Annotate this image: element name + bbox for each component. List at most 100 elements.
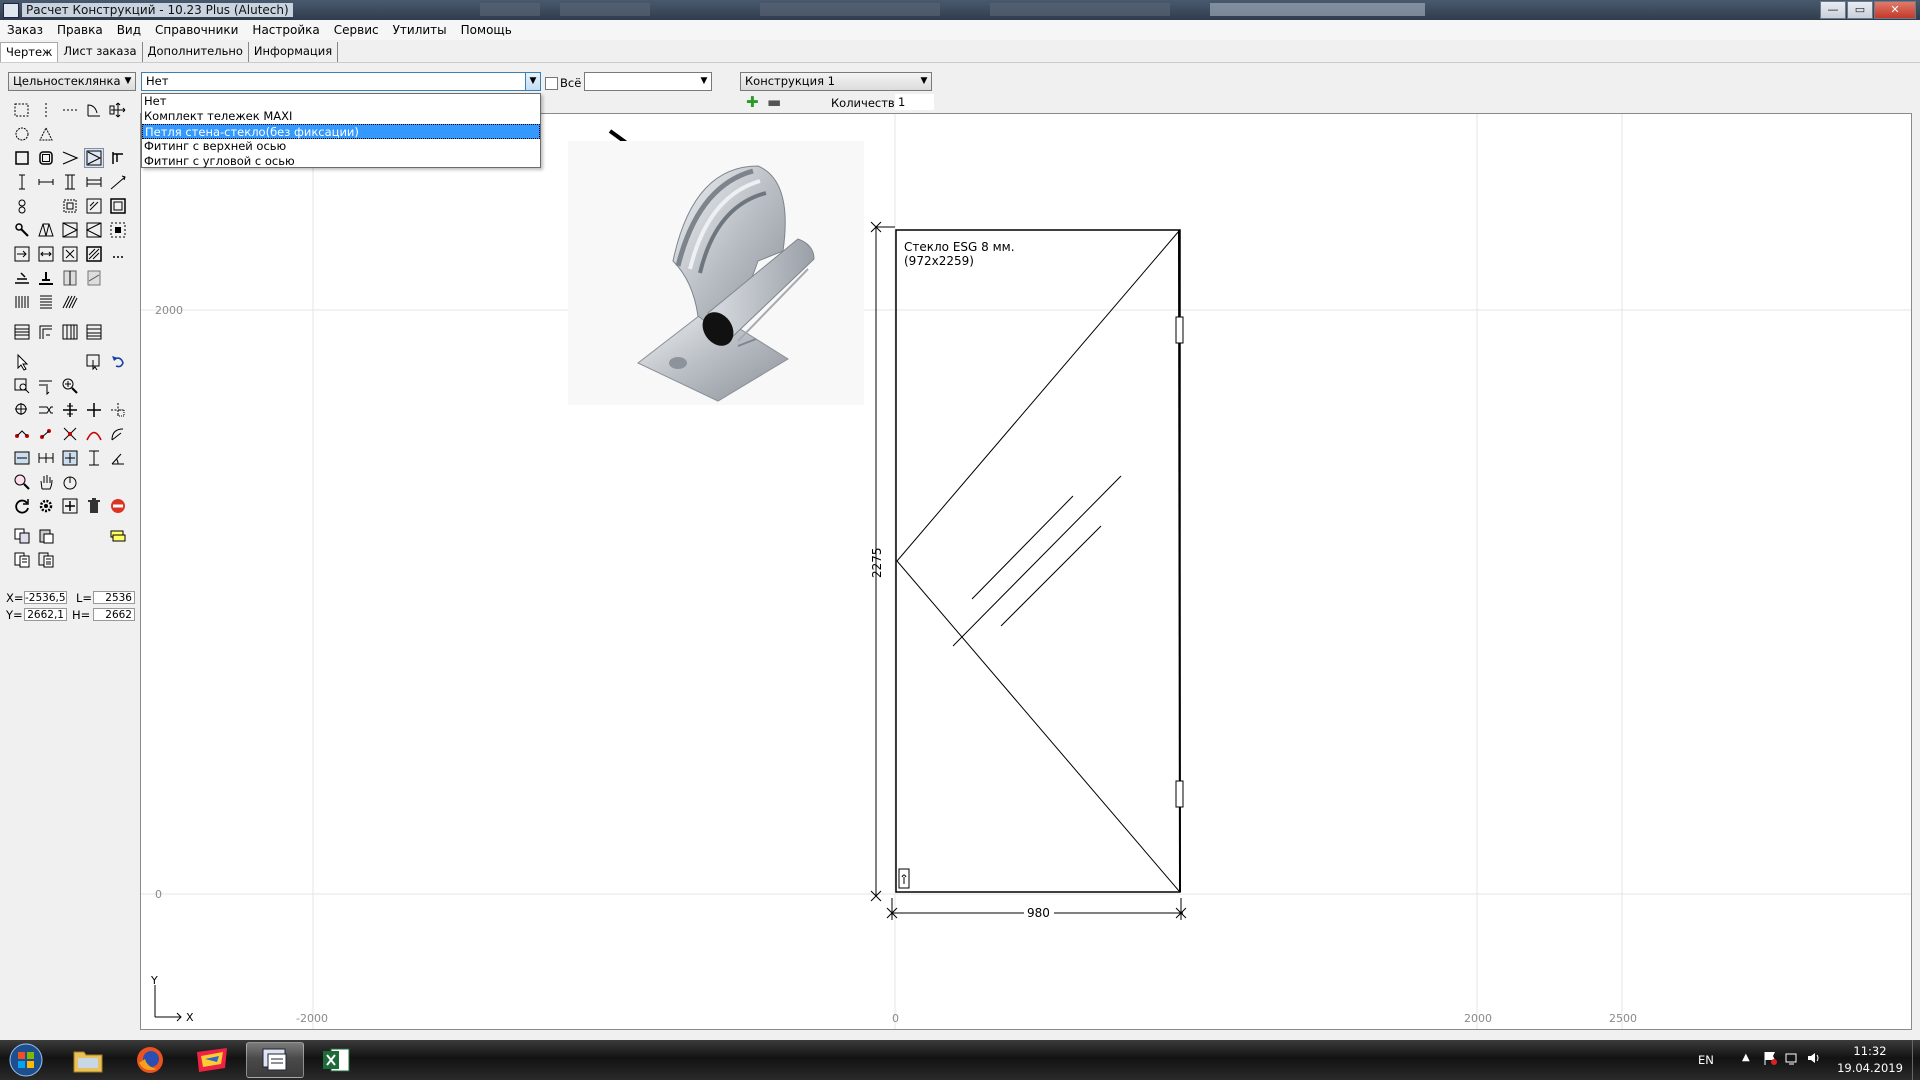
paste-icon[interactable] — [36, 526, 56, 546]
threshold-icon[interactable] — [12, 268, 32, 288]
secondary-combo[interactable]: ▼ — [584, 72, 712, 91]
arc-icon[interactable] — [84, 424, 104, 444]
vertical-hatch-icon[interactable] — [12, 292, 32, 312]
show-desktop-button[interactable] — [1912, 1040, 1920, 1080]
dimension-angle-icon[interactable] — [108, 448, 128, 468]
square-icon[interactable] — [12, 148, 32, 168]
coordinate-icon[interactable] — [12, 400, 32, 420]
clock-date[interactable]: 19.04.2019 — [1835, 1061, 1905, 1075]
frame-expand-icon[interactable] — [60, 196, 80, 216]
offset-icon[interactable] — [36, 400, 56, 420]
vertical-dashed-line-icon[interactable] — [36, 100, 56, 120]
dotted-frame-icon[interactable] — [108, 220, 128, 240]
tab-info[interactable]: Информация — [248, 42, 339, 62]
horizontal-mullion-icon[interactable] — [36, 172, 56, 192]
hinge-top[interactable] — [1175, 316, 1184, 344]
tab-order-sheet[interactable]: Лист заказа — [58, 42, 143, 62]
refresh-icon[interactable] — [12, 496, 32, 516]
pointer-icon[interactable] — [12, 352, 32, 372]
clock-time[interactable]: 11:32 — [1840, 1044, 1900, 1058]
corner-profile-icon[interactable] — [36, 322, 56, 342]
quantity-field[interactable]: 1 — [895, 94, 934, 110]
trapezoid-icon[interactable] — [36, 220, 56, 240]
double-horizontal-icon[interactable] — [84, 172, 104, 192]
points-icon[interactable] — [12, 424, 32, 444]
sash-tilt-icon[interactable] — [60, 220, 80, 240]
hatched-frame-icon[interactable] — [84, 196, 104, 216]
hinge-icon[interactable] — [12, 196, 32, 216]
language-indicator[interactable]: EN — [1698, 1053, 1714, 1067]
copy-icon[interactable] — [12, 526, 32, 546]
construction-calc-taskbar-button[interactable] — [246, 1042, 304, 1078]
zoom-window-icon[interactable] — [12, 376, 32, 396]
frame-icon[interactable] — [108, 196, 128, 216]
menu-service[interactable]: Сервис — [327, 20, 386, 40]
more-icon[interactable] — [108, 244, 128, 264]
tab-additional[interactable]: Дополнительно — [142, 42, 249, 62]
app-taskbar-button[interactable] — [184, 1042, 240, 1078]
add-construction-icon[interactable]: ✚ — [746, 95, 759, 110]
explorer-taskbar-button[interactable] — [60, 1042, 116, 1078]
menu-help[interactable]: Помощь — [454, 20, 519, 40]
rounded-square-icon[interactable] — [36, 148, 56, 168]
menu-settings[interactable]: Настройка — [245, 20, 326, 40]
glass-panel[interactable]: Стекло ESG 8 мм. (972x2259) — [895, 229, 1184, 893]
dropdown-option[interactable]: Фитинг с угловой с осью — [142, 154, 540, 169]
arrow-right-icon[interactable] — [12, 244, 32, 264]
flag-icon[interactable] — [1762, 1050, 1778, 1069]
dropdown-option[interactable]: Фитинг с верхней осью — [142, 139, 540, 154]
maximize-button[interactable]: ▭ — [1847, 1, 1873, 19]
gear-icon[interactable] — [36, 496, 56, 516]
dashed-cross-icon[interactable] — [108, 400, 128, 420]
tab-drawing[interactable]: Чертеж — [0, 42, 59, 62]
angle-icon[interactable] — [60, 148, 80, 168]
cross-frame-icon[interactable] — [60, 244, 80, 264]
l-length-field[interactable]: 2536 — [93, 591, 135, 604]
diagonal-line-icon[interactable] — [108, 172, 128, 192]
layers-icon[interactable] — [108, 526, 128, 546]
sash-open-icon[interactable] — [84, 148, 104, 168]
fill-frame-icon[interactable] — [84, 244, 104, 264]
show-hidden-icons-icon[interactable]: ▲ — [1742, 1052, 1750, 1063]
rect-select-icon[interactable] — [12, 100, 32, 120]
intersection-icon[interactable] — [60, 424, 80, 444]
y-coordinate-field[interactable]: 2662,1 — [24, 608, 67, 621]
excel-taskbar-button[interactable] — [308, 1042, 364, 1078]
h-height-field[interactable]: 2662 — [93, 608, 135, 621]
panel-split-icon[interactable] — [60, 268, 80, 288]
drawing-canvas[interactable]: 2000 0 -2000 0 2000 2500 Y X Стекло ESG — [140, 113, 1912, 1030]
move-frame-icon[interactable] — [108, 100, 128, 120]
dropdown-option[interactable]: Нет — [142, 94, 540, 109]
zoom-plus-icon[interactable] — [60, 376, 80, 396]
start-button[interactable] — [0, 1042, 52, 1078]
close-button[interactable]: ✕ — [1874, 1, 1916, 19]
profile-icon[interactable] — [36, 268, 56, 288]
circle-icon[interactable] — [12, 124, 32, 144]
diagonal-hatch-icon[interactable] — [60, 292, 80, 312]
menu-view[interactable]: Вид — [110, 20, 148, 40]
menu-references[interactable]: Справочники — [148, 20, 245, 40]
pan-hand-icon[interactable] — [36, 472, 56, 492]
move-cross-icon[interactable] — [60, 400, 80, 420]
menu-utilities[interactable]: Утилиты — [386, 20, 454, 40]
handle-icon[interactable] — [108, 148, 128, 168]
network-icon[interactable] — [1784, 1050, 1800, 1069]
dimension-total-icon[interactable] — [60, 448, 80, 468]
all-checkbox[interactable] — [545, 77, 558, 90]
report-icon[interactable] — [36, 550, 56, 570]
double-vertical-icon[interactable] — [60, 172, 80, 192]
select-window-icon[interactable] — [84, 352, 104, 372]
column-panel-icon[interactable] — [60, 322, 80, 342]
system-combo[interactable]: Цельностеклянка ▼ — [8, 72, 136, 91]
panel-shade-icon[interactable] — [84, 268, 104, 288]
horizontal-dashed-line-icon[interactable] — [60, 100, 80, 120]
align-icon[interactable] — [36, 376, 56, 396]
sash-turn-icon[interactable] — [84, 220, 104, 240]
dropdown-option-selected[interactable]: Петля стена-стекло(без фиксации) — [142, 124, 540, 139]
fitting-combo[interactable]: Нет ▼ — [141, 72, 541, 91]
x-coordinate-field[interactable]: -2536,5 — [24, 591, 67, 604]
wrench-icon[interactable] — [12, 220, 32, 240]
expand-all-icon[interactable] — [60, 496, 80, 516]
radius-point-icon[interactable] — [36, 424, 56, 444]
arc-radius-icon[interactable] — [108, 424, 128, 444]
